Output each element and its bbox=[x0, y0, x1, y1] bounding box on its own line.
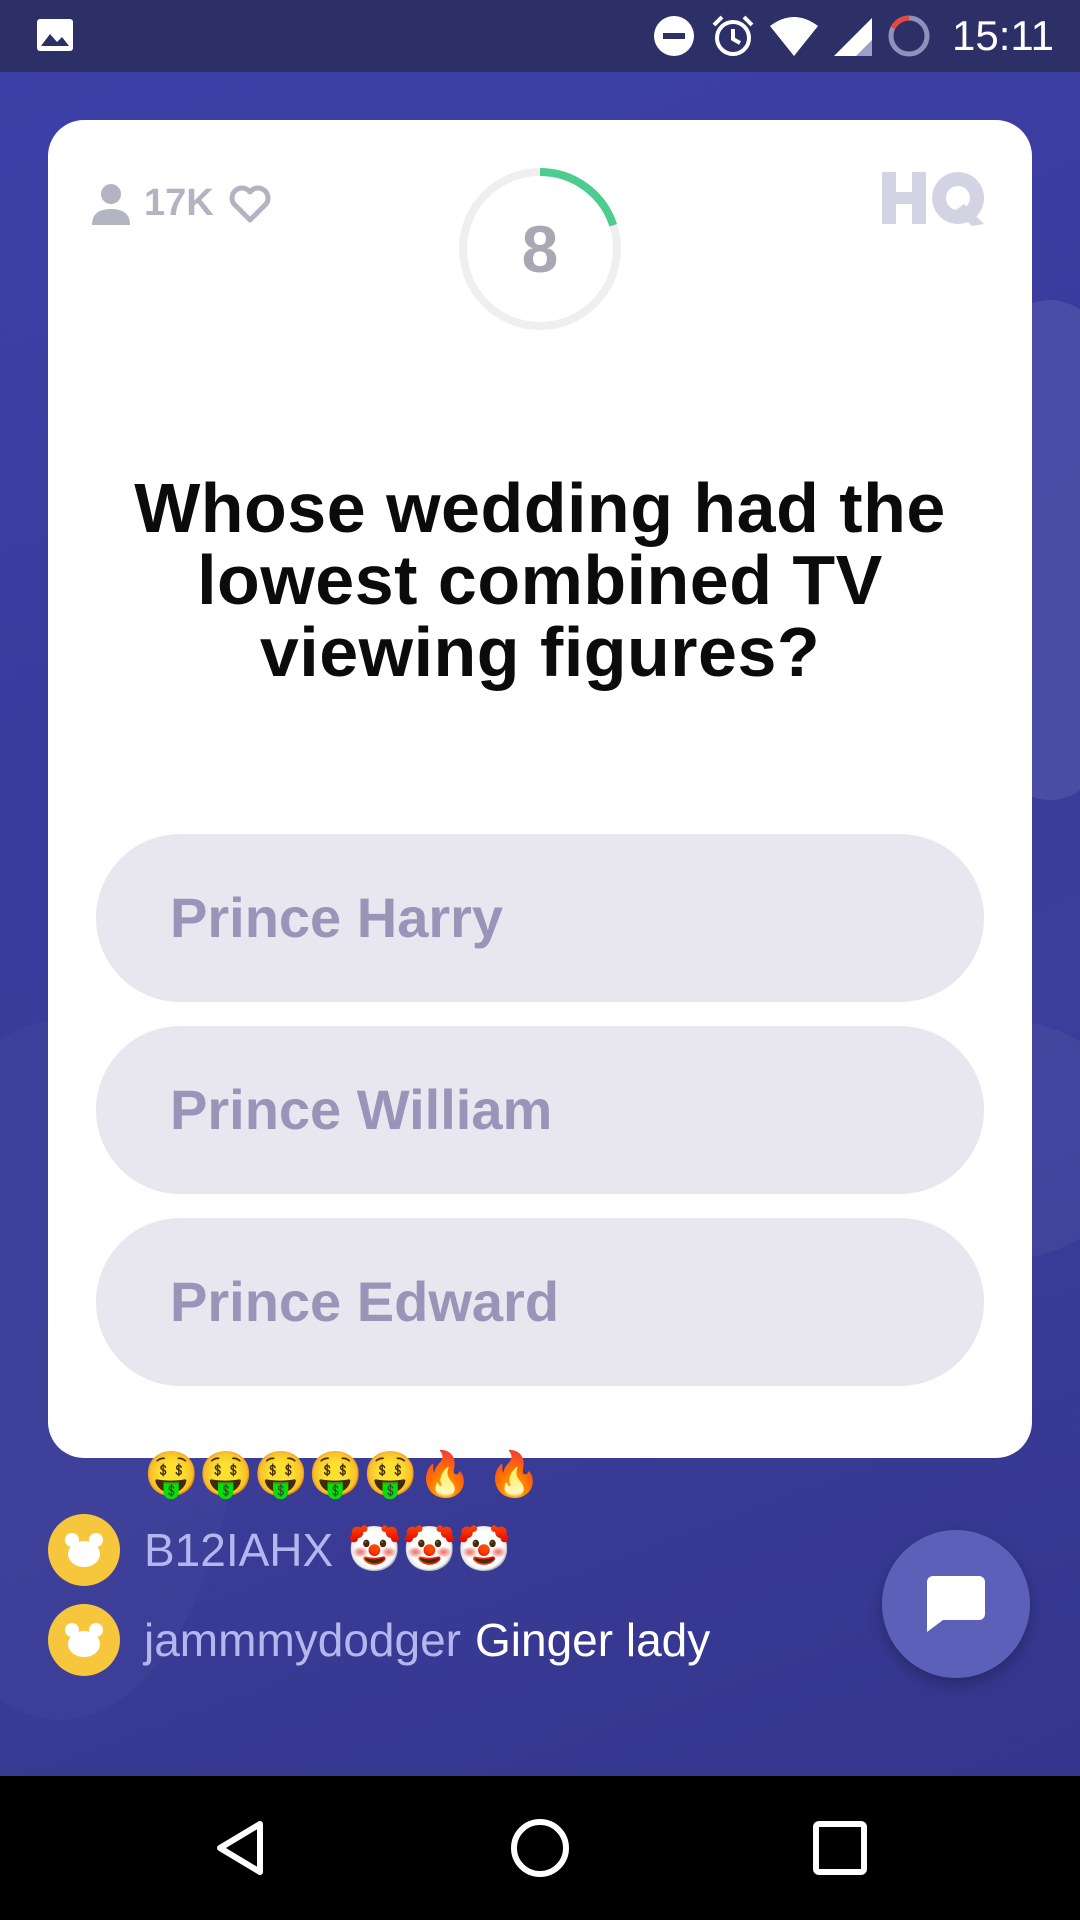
battery-icon bbox=[888, 15, 930, 57]
chat-username[interactable]: B12IAHX bbox=[144, 1523, 333, 1577]
chat-message-text: 🤡🤡🤡 bbox=[347, 1525, 512, 1574]
home-icon[interactable] bbox=[508, 1816, 572, 1880]
question-text: Whose wedding had the lowest combined TV… bbox=[134, 469, 946, 691]
viewer-count: 17K bbox=[92, 182, 272, 225]
answer-option-3[interactable]: Prince Edward bbox=[96, 1218, 984, 1386]
chat-button[interactable] bbox=[882, 1530, 1030, 1678]
gallery-icon bbox=[37, 19, 73, 51]
chat-message: B12IAHX 🤡🤡🤡 bbox=[48, 1514, 512, 1586]
chat-message-text: 🤑🤑🤑🤑🤑🔥 🔥 bbox=[144, 1449, 542, 1500]
wifi-icon bbox=[770, 17, 818, 56]
recents-icon[interactable] bbox=[808, 1816, 872, 1880]
chat-message-text: Ginger lady bbox=[475, 1614, 711, 1666]
avatar bbox=[48, 1604, 120, 1676]
viewer-count-value: 17K bbox=[144, 182, 214, 224]
timer-value: 8 bbox=[521, 212, 559, 286]
chat-message: jammmydodger Ginger lady bbox=[48, 1604, 710, 1676]
clock-time: 15:11 bbox=[952, 12, 1054, 59]
answer-option-1[interactable]: Prince Harry bbox=[96, 834, 984, 1002]
do-not-disturb-icon bbox=[654, 16, 694, 56]
person-icon bbox=[92, 183, 130, 225]
avatar bbox=[48, 1514, 120, 1586]
answer-option-2[interactable]: Prince William bbox=[96, 1026, 984, 1194]
countdown-timer: 8 bbox=[457, 166, 623, 332]
heart-icon[interactable] bbox=[228, 184, 272, 224]
status-bar: 15:11 bbox=[0, 0, 1080, 72]
bear-icon bbox=[65, 1623, 103, 1657]
signal-icon bbox=[834, 18, 872, 56]
back-icon[interactable] bbox=[210, 1816, 274, 1880]
bear-icon bbox=[65, 1533, 103, 1567]
chat-partial-message: 🤑🤑🤑🤑🤑🔥 🔥 bbox=[144, 1452, 541, 1498]
navigation-bar bbox=[0, 1776, 1080, 1920]
alarm-icon bbox=[712, 15, 754, 56]
chat-username[interactable]: jammmydodger bbox=[144, 1613, 461, 1667]
chat-bubble-icon bbox=[927, 1576, 985, 1632]
hq-logo bbox=[882, 172, 984, 226]
question-card: 17K 8 Whose wedding had the lowest combi… bbox=[48, 120, 1032, 1458]
